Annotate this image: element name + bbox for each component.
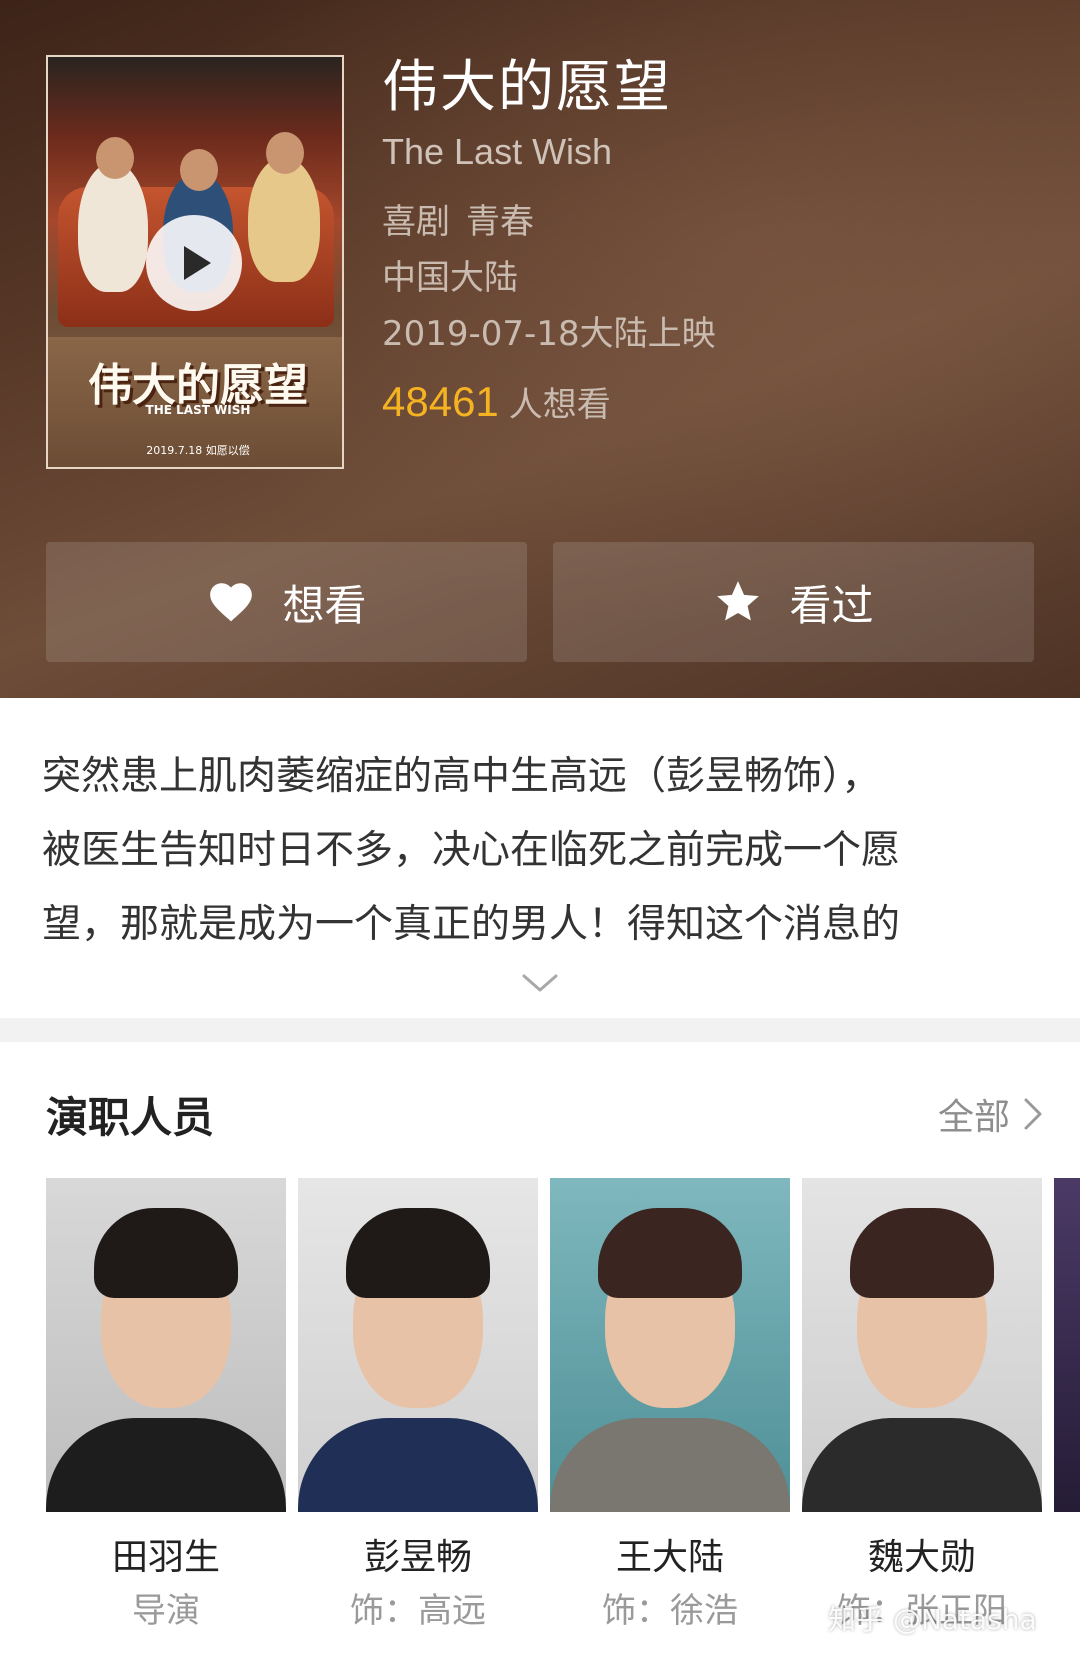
cast-photo [550,1178,790,1512]
genre-tag: 喜剧 [382,202,450,242]
cast-name: 魏大勋 [867,1537,976,1578]
genre-tag: 青春 [466,202,534,242]
movie-region: 中国大陆 [382,258,518,298]
chevron-down-icon[interactable] [520,972,560,994]
cast-name: 王大陆 [615,1537,724,1578]
cast-role: 饰：徐浩 [602,1591,738,1631]
want-count: 48461 [382,378,499,425]
cast-photo [802,1178,1042,1512]
poster-figure-head [96,137,134,179]
cast-photo [298,1178,538,1512]
synopsis-line: 被医生告知时日不多，决心在临死之前完成一个愿 [42,828,901,873]
cast-card[interactable]: 魏大勋 饰：张正阳 [802,1178,1042,1631]
movie-header: 伟大的愿望 THE LAST WISH 2019.7.18 如愿以偿 伟大的愿望… [0,0,1080,698]
cast-name: 田羽生 [111,1537,220,1578]
cast-card[interactable]: 彭昱畅 饰：高远 [298,1178,538,1631]
cast-card[interactable]: 田羽生 导演 [46,1178,286,1631]
movie-title-en: The Last Wish [382,131,613,172]
want-to-watch-label: 想看 [282,580,367,630]
cast-section-title: 演职人员 [46,1093,215,1142]
cast-card-next-peek[interactable] [1054,1178,1080,1512]
poster-subtitle: THE LAST WISH [145,403,251,417]
watched-button[interactable]: 看过 [553,542,1034,662]
play-trailer-button[interactable] [146,215,242,311]
cast-name: 彭昱畅 [363,1537,472,1578]
movie-info: 伟大的愿望 The Last Wish 喜剧 青春 中国大陆 2019-07-18… [382,52,716,435]
cast-role: 导演 [132,1591,200,1631]
see-all-label: 全部 [937,1097,1010,1138]
heart-icon [210,583,253,622]
poster-figure [248,157,320,282]
chevron-right-icon [1024,1098,1042,1130]
cast-card[interactable]: 王大陆 饰：徐浩 [550,1178,790,1631]
cast-photo [46,1178,286,1512]
synopsis-line: 望，那就是成为一个真正的男人！得知这个消息的 [42,902,901,947]
play-icon [183,246,211,280]
want-count-line: 48461 人想看 [382,372,716,435]
star-icon [717,581,760,621]
movie-release: 2019-07-18大陆上映 [382,314,716,354]
poster-figure [78,162,148,292]
movie-title: 伟大的愿望 [382,55,672,120]
want-to-watch-button[interactable]: 想看 [46,542,527,662]
poster-figure-head [180,149,218,191]
section-divider [0,1018,1080,1042]
synopsis-line: 突然患上肌肉萎缩症的高中生高远（彭昱畅饰）， [42,754,881,799]
poster-date: 2019.7.18 如愿以偿 [146,444,250,457]
watermark: 知乎 @Natasha [828,1603,1037,1636]
watched-label: 看过 [789,580,874,630]
cast-role: 饰：高远 [350,1591,486,1631]
poster-figure-head [266,132,304,174]
synopsis-text[interactable]: 突然患上肌肉萎缩症的高中生高远（彭昱畅饰）， 被医生告知时日不多，决心在临死之前… [42,740,1042,962]
want-suffix: 人想看 [508,385,611,425]
see-all-cast-link[interactable]: 全部 [938,1088,1044,1140]
movie-genres: 喜剧 青春 [382,194,716,250]
